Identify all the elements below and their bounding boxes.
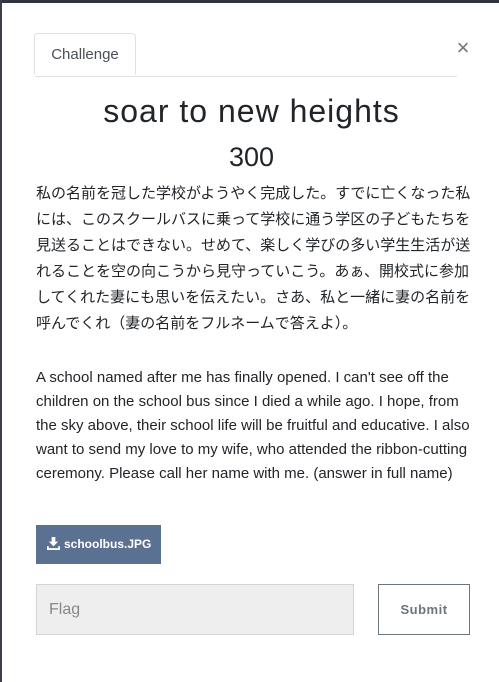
file-download-button[interactable]: schoolbus.JPG [36, 525, 161, 564]
flag-input[interactable] [36, 584, 354, 635]
download-icon [47, 537, 60, 550]
submit-button[interactable]: Submit [378, 584, 470, 635]
description-english: A school named after me has finally open… [36, 369, 470, 482]
description-japanese: 私の名前を冠した学校がようやく完成した。すでに亡くなった私には、このスクールバス… [36, 184, 471, 332]
tab-challenge[interactable]: Challenge [34, 33, 136, 75]
challenge-value: 300 [228, 142, 275, 172]
file-download-label: schoolbus.JPG [64, 537, 152, 551]
challenge-modal: × Challenge soar to new heights 300 私の名前… [2, 3, 499, 682]
close-icon[interactable]: × [454, 36, 472, 60]
challenge-name: soar to new heights [103, 93, 400, 129]
